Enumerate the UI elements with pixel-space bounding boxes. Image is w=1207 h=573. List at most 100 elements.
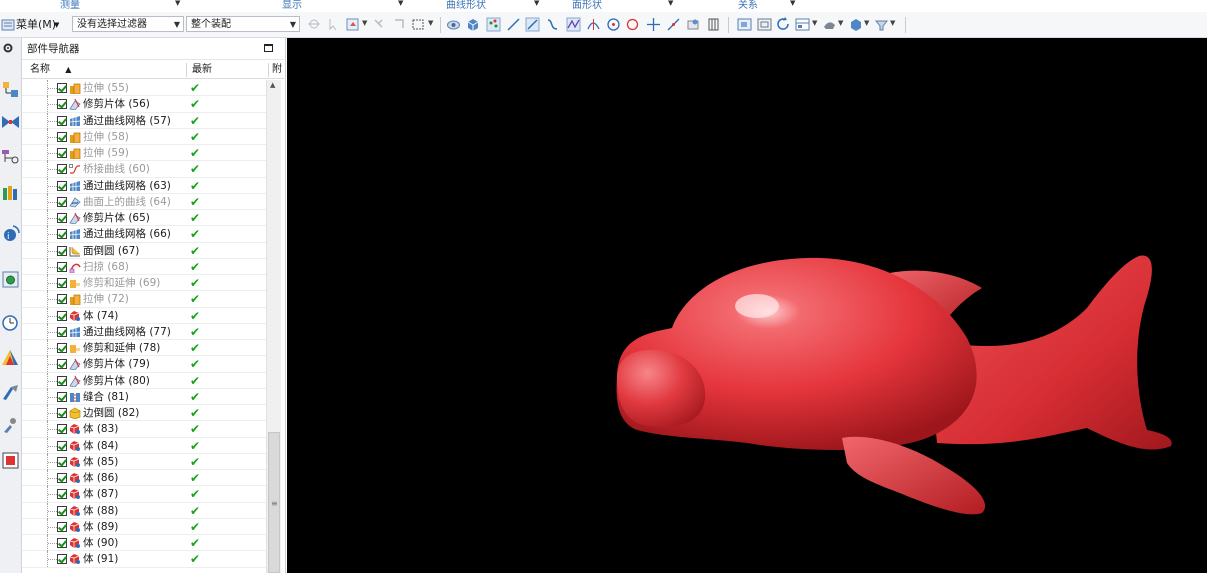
chevron-down-icon[interactable]: ▼: [864, 19, 869, 27]
tree-row[interactable]: 曲面上的曲线 (64) ✔: [22, 193, 266, 210]
tree-row[interactable]: 缝合 (81) ✔: [22, 388, 266, 405]
tree-row[interactable]: 体 (85) ✔: [22, 453, 266, 470]
show-hide-icon[interactable]: [446, 17, 461, 32]
vertical-scrollbar[interactable]: ▲ ≡: [266, 80, 281, 573]
snap-point-icon[interactable]: [307, 17, 322, 32]
tree-row[interactable]: 通过曲线网格 (66) ✔: [22, 226, 266, 243]
box-select-icon[interactable]: [411, 17, 426, 32]
tree-row[interactable]: 修剪片体 (56) ✔: [22, 96, 266, 113]
visibility-checkbox[interactable]: [57, 131, 67, 142]
select-feature-icon[interactable]: [372, 17, 387, 32]
quadrant-point-icon[interactable]: [625, 17, 640, 32]
chevron-down-icon[interactable]: ▼: [890, 19, 895, 27]
dolphin-model[interactable]: [287, 38, 1207, 573]
web-browser-icon[interactable]: [1, 270, 20, 289]
chevron-down-icon[interactable]: ▼: [362, 19, 367, 27]
tree-row[interactable]: 桥接曲线 (60) ✔: [22, 161, 266, 178]
visibility-checkbox[interactable]: [57, 424, 67, 435]
tree-row[interactable]: 通过曲线网格 (63) ✔: [22, 177, 266, 194]
visibility-checkbox[interactable]: [57, 505, 67, 516]
visibility-checkbox[interactable]: [57, 294, 67, 305]
ribbon-group-display[interactable]: 显示: [282, 0, 302, 11]
type-filter-icon[interactable]: [345, 17, 360, 32]
tree-row[interactable]: 体 (91) ✔: [22, 551, 266, 568]
tree-row[interactable]: 修剪片体 (65) ✔: [22, 210, 266, 227]
rotate-icon[interactable]: [776, 17, 791, 32]
visibility-checkbox[interactable]: [57, 375, 67, 386]
point-snap-icon[interactable]: [486, 17, 501, 32]
gear-icon[interactable]: [1, 41, 20, 60]
visibility-checkbox[interactable]: [57, 115, 67, 126]
print-preview-icon[interactable]: [1, 451, 20, 470]
tree-row[interactable]: 面倒圆 (67) ✔: [22, 242, 266, 259]
chevron-down-icon[interactable]: ▼: [790, 0, 795, 7]
tree-row[interactable]: 扫掠 (68) ✔: [22, 258, 266, 275]
ribbon-group-curve-shape[interactable]: 曲线形状: [446, 0, 486, 11]
point-on-curve-icon[interactable]: [666, 17, 681, 32]
fit-view-icon[interactable]: [757, 17, 772, 32]
tree-row[interactable]: 拉伸 (55) ✔: [22, 80, 266, 97]
visibility-checkbox[interactable]: [57, 229, 67, 240]
constraint-navigator-icon[interactable]: [1, 113, 20, 132]
visibility-checkbox[interactable]: [57, 391, 67, 402]
part-navigator-icon[interactable]: [1, 148, 20, 167]
view-orient-icon[interactable]: [737, 17, 752, 32]
point-on-face-icon[interactable]: [686, 17, 701, 32]
show-hide-filter-icon[interactable]: [874, 17, 889, 32]
visibility-checkbox[interactable]: [57, 343, 67, 353]
existing-point-icon[interactable]: [646, 17, 661, 32]
intersection-icon[interactable]: [586, 17, 601, 32]
system-materials-icon[interactable]: [1, 348, 20, 367]
selection-filter-dropdown[interactable]: 没有选择过滤器 ▼: [72, 16, 184, 32]
scroll-up-icon[interactable]: ▲: [270, 81, 275, 89]
tree-row[interactable]: 拉伸 (58) ✔: [22, 128, 266, 145]
line-icon[interactable]: [506, 17, 521, 32]
tree-row[interactable]: 体 (90) ✔: [22, 535, 266, 552]
visibility-checkbox[interactable]: [57, 180, 67, 191]
chevron-down-icon[interactable]: ▼: [398, 0, 403, 7]
tree-row[interactable]: 体 (83) ✔: [22, 421, 266, 438]
center-point-icon[interactable]: [606, 17, 621, 32]
process-studio-icon[interactable]: [1, 383, 20, 402]
chevron-down-icon[interactable]: ▼: [534, 0, 539, 7]
visibility-checkbox[interactable]: [57, 489, 67, 500]
tree-row[interactable]: 体 (86) ✔: [22, 470, 266, 487]
ribbon-group-face-shape[interactable]: 面形状: [572, 0, 602, 11]
tree-row[interactable]: 体 (88) ✔: [22, 502, 266, 519]
curve-icon[interactable]: [545, 17, 560, 32]
history-icon[interactable]: [1, 314, 20, 333]
poly-point-icon[interactable]: [566, 17, 581, 32]
tree-row[interactable]: 拉伸 (59) ✔: [22, 145, 266, 162]
chevron-down-icon[interactable]: ▼: [668, 0, 673, 7]
tree-row[interactable]: 体 (87) ✔: [22, 486, 266, 503]
visibility-checkbox[interactable]: [57, 473, 67, 483]
pointer-select-icon[interactable]: [327, 17, 342, 32]
visibility-checkbox[interactable]: [57, 440, 67, 451]
ribbon-group-measure[interactable]: 测量: [60, 0, 80, 11]
tree-row[interactable]: 边倒圆 (82) ✔: [22, 405, 266, 422]
view-layout-icon[interactable]: [795, 17, 810, 32]
visibility-checkbox[interactable]: [57, 83, 67, 93]
visibility-checkbox[interactable]: [57, 359, 67, 370]
visibility-checkbox[interactable]: [57, 99, 67, 110]
tree-row[interactable]: 通过曲线网格 (77) ✔: [22, 323, 266, 340]
visibility-checkbox[interactable]: [57, 310, 67, 321]
render-style-icon[interactable]: [822, 17, 837, 32]
tree-row[interactable]: 修剪片体 (80) ✔: [22, 372, 266, 389]
tree-row[interactable]: 体 (74) ✔: [22, 307, 266, 324]
assembly-navigator-icon[interactable]: [1, 80, 20, 99]
visibility-checkbox[interactable]: [57, 245, 67, 256]
tree-row[interactable]: 体 (84) ✔: [22, 437, 266, 454]
visibility-checkbox[interactable]: [57, 408, 67, 418]
visibility-checkbox[interactable]: [57, 326, 67, 337]
tree-row[interactable]: 修剪片体 (79) ✔: [22, 356, 266, 373]
chevron-down-icon[interactable]: ▼: [428, 19, 433, 27]
maximize-icon[interactable]: [264, 44, 273, 52]
chevron-down-icon[interactable]: ▼: [175, 0, 180, 7]
hd3d-icon[interactable]: i: [1, 224, 20, 243]
tree-row[interactable]: 修剪和延伸 (78) ✔: [22, 340, 266, 357]
reuse-library-icon[interactable]: [1, 183, 20, 202]
visibility-checkbox[interactable]: [57, 278, 67, 288]
column-latest[interactable]: 最新: [192, 62, 212, 78]
scroll-thumb[interactable]: ≡: [268, 432, 280, 573]
